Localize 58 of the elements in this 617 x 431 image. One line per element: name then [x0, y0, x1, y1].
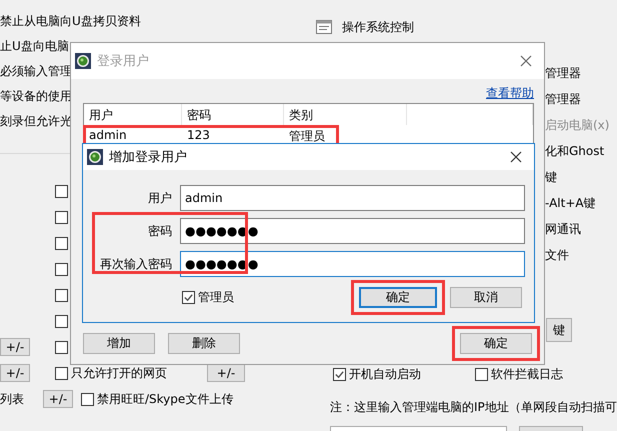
option-label: -Alt+A键 — [545, 195, 597, 212]
checkbox[interactable] — [475, 368, 488, 381]
checkbox[interactable] — [55, 314, 68, 328]
option-label: 启动电脑(x) — [545, 117, 610, 134]
list-label: 列表 — [0, 390, 25, 408]
option-label: 软件拦截日志 — [491, 366, 563, 383]
checkbox[interactable] — [55, 288, 68, 302]
adjust-button[interactable]: +/- — [0, 338, 30, 356]
checkbox[interactable] — [81, 392, 94, 406]
option-label: 止U盘向电脑 — [0, 38, 69, 55]
adjust-button[interactable]: +/- — [207, 364, 245, 382]
checkbox[interactable] — [182, 291, 195, 304]
checkbox[interactable] — [55, 366, 68, 380]
checkbox[interactable] — [55, 184, 68, 198]
table-cell-text: admin — [88, 128, 128, 144]
input-field[interactable]: admin — [180, 185, 525, 211]
option-label: 禁用旺旺/Skype文件上传 — [97, 390, 234, 408]
close-icon[interactable] — [510, 151, 522, 163]
ok-button[interactable]: 确定 — [460, 333, 532, 354]
dialog-button[interactable]: 增加 — [83, 333, 155, 354]
app-icon — [87, 149, 103, 165]
window-icon — [316, 20, 332, 34]
cancel-button[interactable]: 取消 — [450, 287, 522, 308]
checkbox[interactable] — [333, 368, 346, 381]
option-label: 只允许打开的网页 — [71, 364, 167, 382]
section-title: 操作系统控制 — [342, 18, 414, 36]
shortcut-button[interactable]: 键 — [546, 318, 572, 342]
checkbox[interactable] — [55, 210, 68, 224]
adjust-button[interactable]: +/- — [0, 364, 30, 382]
option-label: 管理器 — [545, 65, 582, 82]
option-label: 化和Ghost — [545, 143, 606, 160]
option-label: 管理器 — [545, 91, 582, 108]
column-header: 密码 — [182, 104, 284, 125]
option-label: 网通讯 — [545, 221, 582, 238]
help-link[interactable]: 查看帮助 — [486, 86, 534, 100]
field-label: 密码 — [147, 222, 172, 240]
column-header: 类别 — [284, 104, 407, 125]
dialog-title: 增加登录用户 — [109, 149, 187, 166]
app-icon — [75, 53, 91, 69]
checkbox[interactable] — [55, 262, 68, 276]
adjust-button[interactable]: +/- — [43, 390, 73, 408]
column-header: 用户 — [84, 104, 182, 125]
option-label: 键 — [545, 169, 558, 186]
checkbox[interactable] — [55, 236, 68, 250]
ok-button[interactable]: 确定 — [359, 287, 437, 308]
table-cell-text: 123 — [186, 128, 211, 144]
dialog-title: 登录用户 — [97, 53, 149, 70]
note-text: 注：这里输入管理端电脑的IP地址（单网段自动扫描可 — [329, 399, 617, 416]
field-label: 用户 — [147, 190, 172, 206]
checkbox[interactable] — [55, 340, 68, 354]
field-label: 再次输入密码 — [99, 256, 172, 272]
close-icon[interactable] — [520, 55, 532, 67]
option-label: 开机自动启动 — [349, 366, 421, 383]
option-label: 文件 — [545, 247, 570, 264]
dialog-button[interactable]: 删除 — [168, 333, 240, 354]
checkbox-label: 管理员 — [198, 289, 234, 306]
option-label: 禁止从电脑向U盘拷贝资料 — [0, 13, 141, 30]
table-cell-text: 管理员 — [288, 128, 326, 145]
